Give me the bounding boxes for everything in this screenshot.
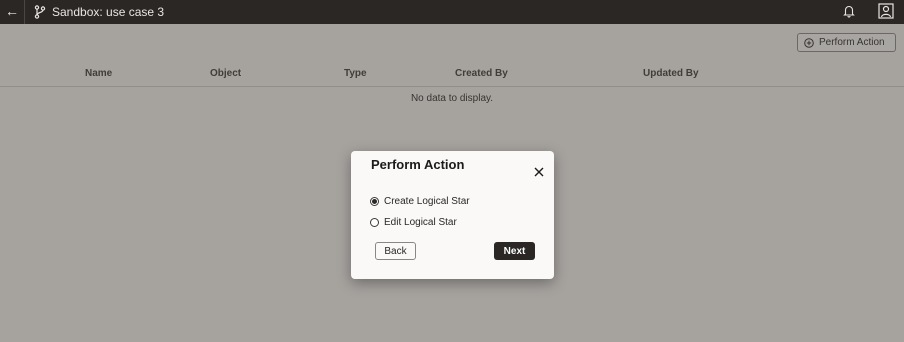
option-label: Create Logical Star bbox=[384, 196, 470, 207]
close-icon[interactable] bbox=[534, 167, 544, 177]
divider bbox=[24, 0, 25, 24]
radio-unselected[interactable] bbox=[370, 218, 379, 227]
page-title: Sandbox: use case 3 bbox=[52, 5, 165, 19]
back-button[interactable]: Back bbox=[375, 242, 416, 260]
next-button[interactable]: Next bbox=[494, 242, 535, 260]
option-create-logical-star[interactable]: Create Logical Star bbox=[370, 196, 470, 207]
option-edit-logical-star[interactable]: Edit Logical Star bbox=[370, 217, 457, 228]
option-label: Edit Logical Star bbox=[384, 217, 457, 228]
radio-selected[interactable] bbox=[370, 197, 379, 206]
dialog-title: Perform Action bbox=[371, 157, 465, 172]
perform-action-dialog: Perform Action Create Logical Star Edit … bbox=[351, 151, 554, 279]
bell-icon[interactable] bbox=[843, 4, 855, 18]
top-bar: ← Sandbox: use case 3 bbox=[0, 0, 904, 24]
branch-icon bbox=[34, 5, 46, 19]
arrow-left-icon[interactable]: ← bbox=[5, 3, 19, 19]
user-icon[interactable] bbox=[878, 3, 894, 19]
